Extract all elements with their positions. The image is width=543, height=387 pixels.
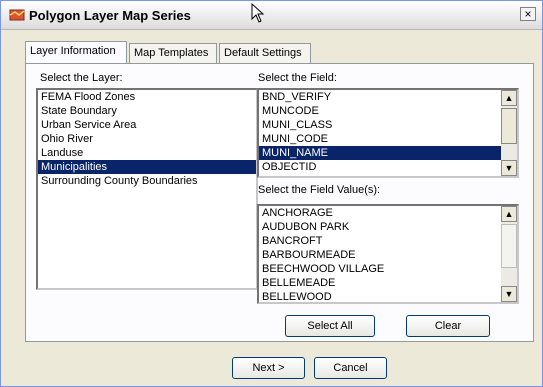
list-item[interactable]: Surrounding County Boundaries [38, 174, 256, 188]
list-item[interactable]: MUNCODE [259, 104, 517, 118]
list-item[interactable]: OBJECTID [259, 160, 517, 174]
list-item[interactable]: FEMA Flood Zones [38, 90, 256, 104]
list-item[interactable]: Municipalities [38, 160, 256, 174]
field-value-scrollbar[interactable]: ▲ ▼ [501, 206, 517, 302]
list-item[interactable]: BELLEMEADE [259, 276, 517, 290]
list-item[interactable]: AUDUBON PARK [259, 220, 517, 234]
list-item[interactable]: Landuse [38, 146, 256, 160]
list-item[interactable]: MUNI_NAME [259, 146, 517, 160]
list-item[interactable]: MUNI_CODE [259, 132, 517, 146]
list-item[interactable]: Ohio River [38, 132, 256, 146]
layer-list-label: Select the Layer: [40, 72, 123, 84]
list-item[interactable]: BND_VERIFY [259, 90, 517, 104]
field-scrollbar[interactable]: ▲ ▼ [501, 90, 517, 176]
cancel-button[interactable]: Cancel [314, 357, 387, 379]
list-item[interactable]: ANCHORAGE [259, 206, 517, 220]
scroll-up-icon[interactable]: ▲ [501, 206, 517, 222]
scroll-thumb[interactable] [501, 108, 517, 144]
field-value-listbox[interactable]: ANCHORAGE AUDUBON PARK BANCROFT BARBOURM… [257, 204, 519, 304]
list-item[interactable]: State Boundary [38, 104, 256, 118]
scroll-thumb[interactable] [501, 224, 517, 268]
list-item[interactable]: BELLEWOOD [259, 290, 517, 302]
select-all-button[interactable]: Select All [285, 315, 375, 337]
tab-layer-information[interactable]: Layer Information [25, 41, 127, 63]
close-button[interactable]: × [520, 7, 536, 21]
scroll-down-icon[interactable]: ▼ [501, 286, 517, 302]
scroll-down-icon[interactable]: ▼ [501, 160, 517, 176]
scroll-up-icon[interactable]: ▲ [501, 90, 517, 106]
window-title: Polygon Layer Map Series [29, 8, 191, 23]
tab-default-settings[interactable]: Default Settings [219, 43, 311, 63]
field-listbox[interactable]: BND_VERIFY MUNCODE MUNI_CLASS MUNI_CODE … [257, 88, 519, 178]
tab-panel: Select the Layer: FEMA Flood Zones State… [25, 63, 534, 342]
layer-listbox[interactable]: FEMA Flood Zones State Boundary Urban Se… [36, 88, 258, 290]
list-item[interactable]: BARBOURMEADE [259, 248, 517, 262]
clear-button[interactable]: Clear [406, 315, 490, 337]
map-layer-icon [9, 9, 25, 21]
next-button[interactable]: Next > [232, 357, 305, 379]
dialog-window: Polygon Layer Map Series × Layer Informa… [0, 0, 543, 387]
mouse-pointer-icon [251, 2, 265, 23]
tab-map-templates[interactable]: Map Templates [129, 43, 217, 63]
field-list-label: Select the Field: [258, 72, 337, 84]
list-item[interactable]: Urban Service Area [38, 118, 256, 132]
field-value-list-label: Select the Field Value(s): [258, 184, 381, 196]
list-item[interactable]: BANCROFT [259, 234, 517, 248]
list-item[interactable]: BEECHWOOD VILLAGE [259, 262, 517, 276]
title-bar[interactable]: Polygon Layer Map Series × [1, 1, 542, 30]
list-item[interactable]: MUNI_CLASS [259, 118, 517, 132]
